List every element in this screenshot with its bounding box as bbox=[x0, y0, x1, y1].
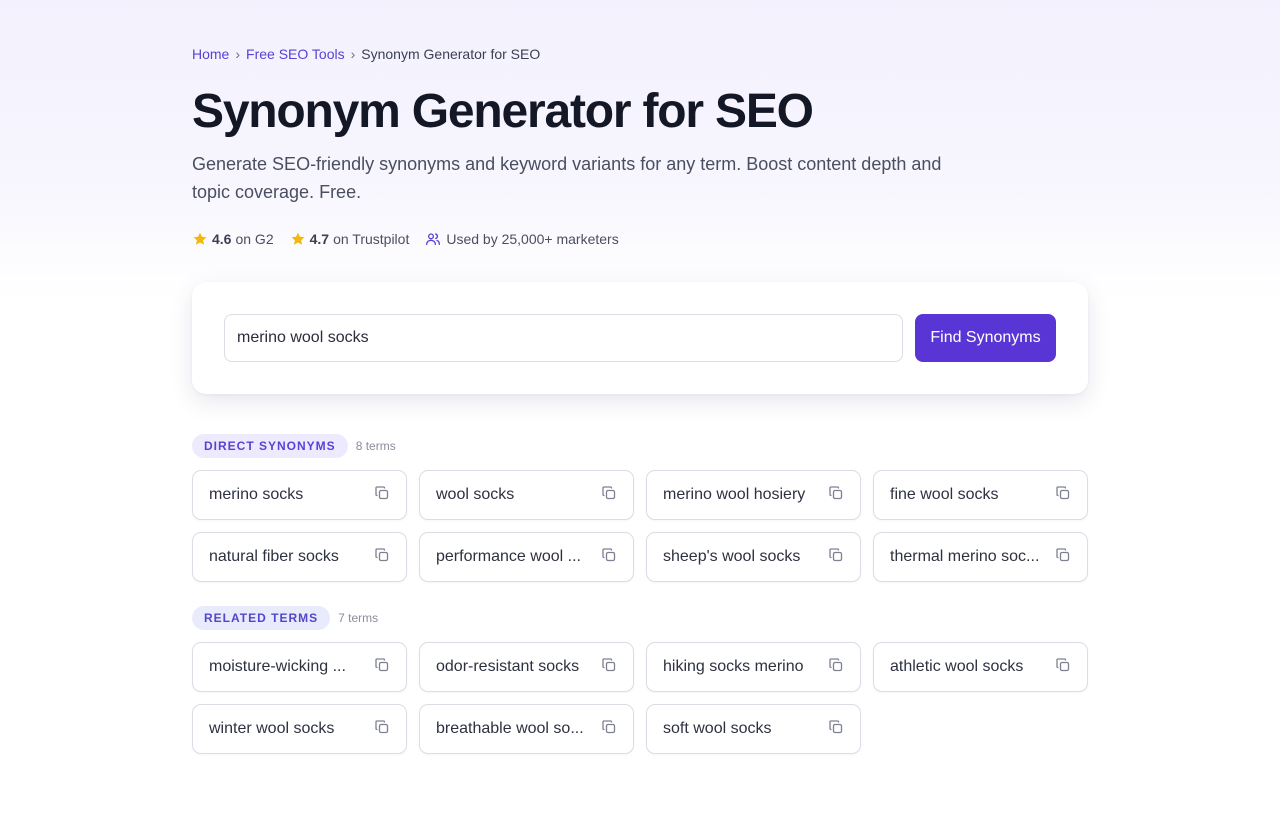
page-subtitle: Generate SEO-friendly synonyms and keywo… bbox=[192, 154, 942, 202]
users-count: Used by 25,000+ marketers bbox=[425, 231, 619, 247]
term-chip-label: wool socks bbox=[436, 486, 515, 503]
copy-icon[interactable] bbox=[1055, 657, 1071, 673]
breadcrumb-tools-link[interactable]: Free SEO Tools bbox=[246, 46, 345, 62]
trustpilot-label: on Trustpilot bbox=[333, 231, 410, 247]
term-chip[interactable]: performance wool ... bbox=[419, 532, 634, 582]
term-chip[interactable]: sheep's wool socks bbox=[646, 532, 861, 582]
term-chip-label: soft wool socks bbox=[663, 720, 772, 737]
breadcrumb-current: Synonym Generator for SEO bbox=[361, 46, 541, 62]
g2-rating: 4.6 on G2 bbox=[192, 231, 274, 247]
copy-icon[interactable] bbox=[374, 547, 390, 563]
direct-synonyms-label: DIRECT SYNONYMS bbox=[192, 434, 348, 458]
term-chip-label: fine wool socks bbox=[890, 486, 999, 503]
term-chip[interactable]: winter wool socks bbox=[192, 704, 407, 754]
direct-synonyms-count: 8 terms bbox=[355, 439, 396, 453]
search-input[interactable] bbox=[224, 314, 903, 362]
users-icon bbox=[426, 233, 441, 245]
term-chip[interactable]: fine wool socks bbox=[873, 470, 1088, 520]
copy-icon[interactable] bbox=[374, 657, 390, 673]
copy-icon[interactable] bbox=[1055, 485, 1071, 501]
related-terms-header: RELATED TERMS 7 terms bbox=[192, 606, 378, 630]
term-chip-label: sheep's wool socks bbox=[663, 548, 801, 565]
term-chip[interactable]: odor-resistant socks bbox=[419, 642, 634, 692]
breadcrumb-separator: › bbox=[350, 46, 356, 62]
g2-label: on G2 bbox=[235, 231, 274, 247]
copy-icon[interactable] bbox=[828, 485, 844, 501]
breadcrumb-separator: › bbox=[235, 46, 241, 62]
term-chip[interactable]: wool socks bbox=[419, 470, 634, 520]
term-chip[interactable]: moisture-wicking ... bbox=[192, 642, 407, 692]
page-title: Synonym Generator for SEO bbox=[192, 85, 814, 138]
star-icon bbox=[193, 232, 207, 245]
trustpilot-score: 4.7 bbox=[309, 231, 330, 247]
term-chip-label: thermal merino soc... bbox=[890, 548, 1040, 565]
term-chip[interactable]: soft wool socks bbox=[646, 704, 861, 754]
term-chip[interactable]: thermal merino soc... bbox=[873, 532, 1088, 582]
breadcrumb: Home › Free SEO Tools › Synonym Generator fo… bbox=[192, 46, 540, 62]
term-chip[interactable]: merino socks bbox=[192, 470, 407, 520]
related-terms-label: RELATED TERMS bbox=[192, 606, 331, 630]
term-chip[interactable]: natural fiber socks bbox=[192, 532, 407, 582]
ratings-bar: 4.6 on G2 4.7 on Trustpilot Used by 25,0… bbox=[192, 231, 635, 247]
direct-synonyms-header: DIRECT SYNONYMS 8 terms bbox=[192, 434, 396, 458]
related-terms-count: 7 terms bbox=[338, 611, 379, 625]
breadcrumb-home-link[interactable]: Home bbox=[192, 46, 229, 62]
copy-icon[interactable] bbox=[601, 719, 617, 735]
copy-icon[interactable] bbox=[1055, 547, 1071, 563]
find-synonyms-button[interactable]: Find Synonyms bbox=[915, 314, 1056, 362]
copy-icon[interactable] bbox=[601, 485, 617, 501]
term-chip-label: moisture-wicking ... bbox=[209, 658, 346, 675]
copy-icon[interactable] bbox=[601, 657, 617, 673]
copy-icon[interactable] bbox=[374, 485, 390, 501]
term-chip[interactable]: breathable wool so... bbox=[419, 704, 634, 754]
term-chip-label: athletic wool socks bbox=[890, 658, 1024, 675]
copy-icon[interactable] bbox=[374, 719, 390, 735]
term-chip-label: natural fiber socks bbox=[209, 548, 339, 565]
copy-icon[interactable] bbox=[828, 719, 844, 735]
term-chip-label: hiking socks merino bbox=[663, 658, 804, 675]
term-chip[interactable]: hiking socks merino bbox=[646, 642, 861, 692]
term-chip[interactable]: athletic wool socks bbox=[873, 642, 1088, 692]
term-chip-label: odor-resistant socks bbox=[436, 658, 580, 675]
term-chip-label: breathable wool so... bbox=[436, 720, 584, 737]
term-chip-label: winter wool socks bbox=[209, 720, 335, 737]
g2-score: 4.6 bbox=[212, 231, 232, 247]
star-icon bbox=[291, 232, 305, 245]
term-chip-label: merino wool hosiery bbox=[663, 486, 806, 503]
term-chip[interactable]: merino wool hosiery bbox=[646, 470, 861, 520]
copy-icon[interactable] bbox=[828, 657, 844, 673]
copy-icon[interactable] bbox=[828, 547, 844, 563]
trustpilot-rating: 4.7 on Trustpilot bbox=[290, 231, 410, 247]
term-chip-label: merino socks bbox=[209, 486, 304, 503]
users-label: Used by 25,000+ marketers bbox=[446, 231, 619, 247]
search-card: Find Synonyms bbox=[192, 282, 1088, 394]
copy-icon[interactable] bbox=[601, 547, 617, 563]
term-chip-label: performance wool ... bbox=[436, 548, 581, 565]
